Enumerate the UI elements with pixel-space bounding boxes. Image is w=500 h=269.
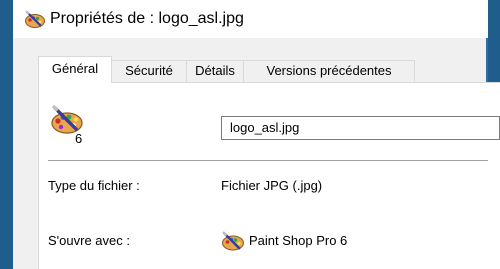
divider [48, 160, 488, 161]
paint-palette-icon [221, 230, 245, 252]
opens-with-value: Paint Shop Pro 6 [249, 233, 348, 248]
window-left-edge [0, 0, 13, 269]
file-type-value: Fichier JPG (.jpg) [221, 178, 323, 193]
file-type-label: Type du fichier : [48, 178, 140, 193]
tab-security[interactable]: Sécurité [111, 60, 187, 82]
paint-palette-icon [24, 9, 46, 29]
window-title: Propriétés de : logo_asl.jpg [50, 10, 244, 27]
opens-with-label: S'ouvre avec : [48, 233, 130, 248]
tab-previous-versions[interactable]: Versions précédentes [243, 60, 415, 82]
tab-details[interactable]: Détails [186, 60, 244, 82]
file-name-field[interactable]: logo_asl.jpg [221, 116, 500, 140]
tab-general[interactable]: Général [38, 56, 112, 83]
file-icon-badge: 6 [75, 131, 83, 146]
